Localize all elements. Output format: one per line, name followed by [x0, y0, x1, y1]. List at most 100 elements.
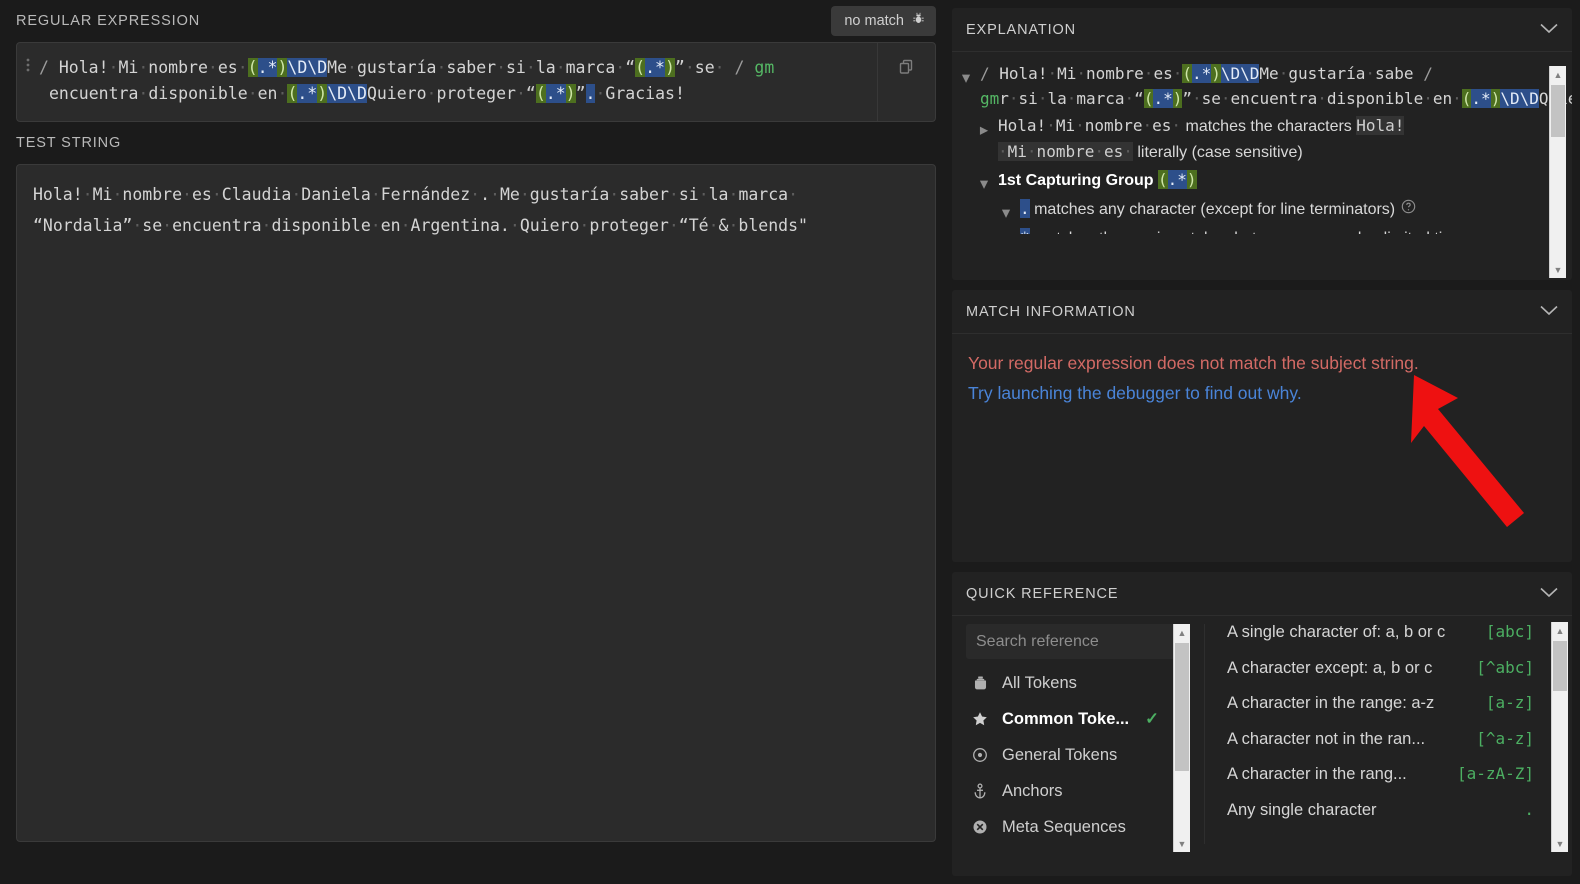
- explanation-scrollbar[interactable]: ▲ ▼: [1549, 66, 1566, 278]
- test-line-2: “Nordalia”·se·encuentra·disponible·en·Ar…: [33, 216, 808, 235]
- reference-entry-2[interactable]: A character except: a, b or c [^abc]: [1227, 658, 1534, 694]
- category-scroll-down-arrow-icon[interactable]: ▼: [1178, 835, 1187, 852]
- expl-q-open: “: [1134, 89, 1144, 108]
- test-section-title: TEST STRING: [16, 135, 122, 151]
- debugger-link[interactable]: Try launching the debugger to find out w…: [968, 378, 1556, 408]
- reference-entry-4[interactable]: A character not in the ran... [^a-z]: [1227, 729, 1534, 765]
- sidebar-item-common-tokens[interactable]: Common Toke... ✓: [966, 701, 1204, 737]
- match-information-header[interactable]: MATCH INFORMATION: [952, 290, 1572, 334]
- category-scroll-track[interactable]: [1174, 641, 1190, 835]
- star-icon: [970, 711, 990, 727]
- reference-entry-desc-5: A character in the rang...: [1227, 765, 1407, 783]
- regex-group-open: (: [247, 58, 258, 77]
- reference-entry-code-3: [a-z]: [1485, 693, 1534, 712]
- anchor-icon: [970, 782, 990, 800]
- regex-seg-pre: Hola!·Mi·nombre·es·: [58, 58, 248, 77]
- reference-entry-5[interactable]: A character in the rang... [a-zA-Z]: [1227, 764, 1534, 800]
- regex-meta-dotstar-3: .*: [297, 84, 318, 103]
- star-token: *: [1020, 228, 1030, 234]
- sidebar-item-label-2: Common Toke...: [1002, 709, 1130, 728]
- expand-triangle-icon-2[interactable]: ▸: [998, 225, 1014, 234]
- entries-scroll-thumb[interactable]: [1553, 641, 1567, 691]
- expl-seg1: Hola!·Mi·nombre·es·: [999, 64, 1183, 83]
- sidebar-item-general-tokens[interactable]: General Tokens: [966, 737, 1204, 773]
- explanation-pattern-row[interactable]: ▾ / Hola!·Mi·nombre·es·(.*)\D\DMe·gustar…: [958, 60, 1572, 112]
- explanation-panel: EXPLANATION ▾ / Hola!·Mi·nombre·es·(.*)\…: [952, 8, 1572, 280]
- entries-scroll-down-arrow-icon[interactable]: ▼: [1556, 835, 1565, 852]
- match-information-panel: MATCH INFORMATION Your regular expressio…: [952, 290, 1572, 562]
- match-information-content: Your regular expression does not match t…: [952, 334, 1572, 422]
- regex-flags[interactable]: gm: [754, 58, 774, 77]
- regex-delimiter-close: /: [734, 58, 745, 77]
- regex-group-open-4: (: [535, 84, 546, 103]
- expl-q-close: ”: [1182, 89, 1192, 108]
- entries-scroll-up-arrow-icon[interactable]: ▲: [1556, 622, 1565, 639]
- quick-reference-header[interactable]: QUICK REFERENCE: [952, 572, 1572, 616]
- explanation-header[interactable]: EXPLANATION: [952, 8, 1572, 52]
- regex-meta-dot: .: [585, 84, 596, 103]
- regex-quote-open: “: [625, 58, 636, 77]
- explanation-group-text: 1st Capturing Group (.*): [998, 167, 1197, 193]
- right-column: EXPLANATION ▾ / Hola!·Mi·nombre·es·(.*)\…: [952, 0, 1580, 884]
- literal-text-before: matches the characters: [1181, 118, 1357, 135]
- chevron-down-icon[interactable]: [1540, 21, 1558, 39]
- regex-delimiter-open: /: [39, 58, 49, 77]
- category-scrollbar[interactable]: ▲ ▼: [1173, 624, 1190, 852]
- expl-g2-close: ): [1172, 89, 1183, 108]
- help-circle-icon[interactable]: [1401, 199, 1416, 218]
- expl-delim-close: /: [1423, 64, 1433, 83]
- test-string-content[interactable]: Hola!·Mi·nombre·es·Claudia·Daniela·Ferná…: [17, 165, 935, 255]
- circle-x-icon: [970, 819, 990, 835]
- collapse-triangle-icon[interactable]: ▾: [958, 61, 974, 88]
- drag-handle-icon[interactable]: [25, 55, 39, 81]
- group-dotstar: .*: [1167, 170, 1187, 189]
- group-paren-open: (: [1158, 170, 1168, 189]
- status-badge[interactable]: no match: [831, 6, 936, 36]
- entries-scroll-track[interactable]: [1552, 639, 1568, 835]
- test-line-1: Hola!·Mi·nombre·es·Claudia·Daniela·Ferná…: [33, 185, 799, 204]
- explanation-clipped-row[interactable]: ▸ * matches the previous token between z…: [998, 224, 1532, 234]
- chevron-down-icon-3[interactable]: [1540, 585, 1558, 603]
- expl-g1-open: (: [1182, 64, 1192, 83]
- sidebar-item-meta-sequences[interactable]: Meta Sequences: [966, 809, 1204, 845]
- entries-scrollbar[interactable]: ▲ ▼: [1551, 622, 1568, 852]
- explanation-dot-row[interactable]: ▾ . matches any character (except for li…: [998, 195, 1532, 224]
- quick-reference-panel: QUICK REFERENCE All Tokens: [952, 572, 1572, 876]
- category-scroll-thumb[interactable]: [1175, 643, 1189, 771]
- reference-entry-code-6: .: [1524, 799, 1534, 819]
- reference-entry-desc-4: A character not in the ran...: [1227, 729, 1426, 748]
- explanation-pattern: / Hola!·Mi·nombre·es·(.*)\D\DMe·gustaría…: [980, 61, 1572, 111]
- expl-seg2: Me·gustaría·sabe: [1259, 64, 1414, 83]
- search-input[interactable]: [966, 624, 1188, 659]
- category-scroll-up-arrow-icon[interactable]: ▲: [1178, 624, 1187, 641]
- reference-entry-3[interactable]: A character in the range: a-z [a-z]: [1227, 693, 1534, 729]
- explanation-literal-row[interactable]: ▸ Hola!·Mi·nombre·es· matches the charac…: [976, 112, 1532, 166]
- expand-triangle-icon[interactable]: ▸: [976, 113, 992, 140]
- sidebar-item-anchors[interactable]: Anchors: [966, 773, 1204, 809]
- scroll-up-arrow-icon[interactable]: ▲: [1554, 66, 1563, 83]
- sidebar-item-label-4: Anchors: [1002, 781, 1063, 800]
- chevron-down-icon-2[interactable]: [1540, 303, 1558, 321]
- test-string-editor[interactable]: Hola!·Mi·nombre·es·Claudia·Daniela·Ferná…: [16, 164, 936, 842]
- expl-delim-open: /: [980, 64, 990, 83]
- regex2-seg-mid: Quiero·proteger·: [366, 84, 526, 103]
- explanation-group-row[interactable]: ▾ 1st Capturing Group (.*): [976, 166, 1532, 195]
- regex2-seg-tail: ·Gracias!: [595, 84, 685, 103]
- expl-g3-close: ): [1490, 89, 1501, 108]
- scroll-down-arrow-icon[interactable]: ▼: [1554, 261, 1563, 278]
- regex-group-close-3: ): [317, 84, 328, 103]
- expl-seg5: e·en·: [1413, 89, 1462, 108]
- expl-seg3: r·si·la·marca·: [999, 89, 1135, 108]
- expl-g1-meta: .*: [1191, 64, 1212, 83]
- clipped-description: matches the previous token between zero …: [1034, 230, 1472, 234]
- sidebar-item-all-tokens[interactable]: All Tokens: [966, 665, 1204, 701]
- regex-editor[interactable]: / Hola!·Mi·nombre·es·(.*)\D\DMe·gustaría…: [16, 42, 936, 122]
- explanation-scroll-thumb[interactable]: [1551, 85, 1565, 137]
- collapse-triangle-icon-3[interactable]: ▾: [998, 196, 1014, 223]
- explanation-scroll-track[interactable]: [1550, 83, 1566, 261]
- reference-entry[interactable]: A single character of: a, b or c [abc]: [1227, 622, 1534, 658]
- collapse-triangle-icon-2[interactable]: ▾: [976, 167, 992, 194]
- reference-entry-6[interactable]: Any single character .: [1227, 800, 1534, 836]
- regex-editor-content[interactable]: / Hola!·Mi·nombre·es·(.*)\D\DMe·gustaría…: [17, 43, 877, 121]
- copy-icon[interactable]: [897, 57, 917, 82]
